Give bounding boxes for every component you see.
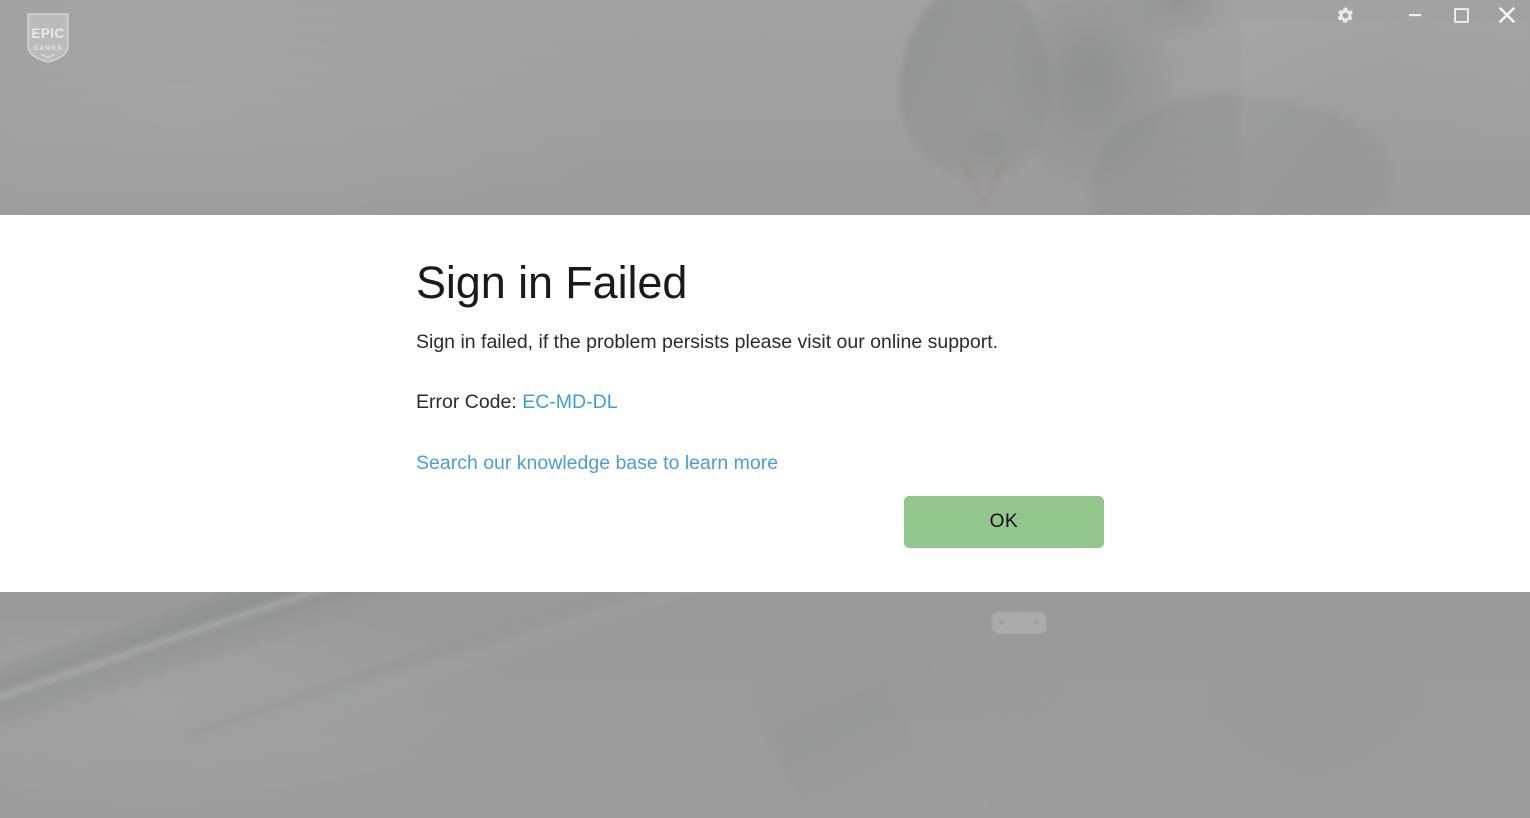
art-helmet — [900, 0, 1050, 180]
epic-games-logo[interactable]: EPIC GAMES — [26, 12, 70, 64]
svg-text:EPIC: EPIC — [31, 26, 64, 41]
maximize-icon — [1453, 7, 1469, 23]
error-code-label: Error Code: — [416, 391, 517, 413]
art-lower-right-shapes — [760, 600, 1530, 818]
dialog-description: Sign in failed, if the problem persists … — [416, 331, 999, 353]
sign-in-failed-dialog: Sign in Failed Sign in failed, if the pr… — [0, 215, 1530, 592]
art-weapon-tag — [992, 612, 1046, 634]
ok-button[interactable]: OK — [904, 496, 1104, 548]
dialog-title: Sign in Failed — [416, 257, 688, 308]
dialog-content: Sign in Failed Sign in failed, if the pr… — [416, 215, 1116, 592]
error-code-value[interactable]: EC-MD-DL — [522, 391, 617, 413]
art-chevron-accent — [958, 160, 1010, 210]
error-code-row: Error Code: EC-MD-DL — [416, 391, 618, 414]
art-haze-bottom — [0, 620, 1530, 818]
knowledge-base-link[interactable]: Search our knowledge base to learn more — [416, 452, 778, 475]
settings-button[interactable] — [1322, 0, 1368, 30]
minimize-button[interactable] — [1392, 0, 1438, 30]
art-weapon-stock — [767, 678, 923, 812]
gear-icon — [1336, 6, 1355, 25]
art-right-wisp — [1240, 20, 1530, 215]
svg-text:GAMES: GAMES — [33, 45, 62, 52]
art-haze-top — [0, 0, 900, 215]
close-icon — [1497, 5, 1517, 25]
launcher-window: EPIC GAMES Sign in Failed Sign in failed… — [0, 0, 1530, 818]
close-button[interactable] — [1484, 0, 1530, 30]
minimize-icon — [1408, 8, 1422, 22]
window-controls — [1322, 0, 1530, 30]
maximize-button[interactable] — [1438, 0, 1484, 30]
